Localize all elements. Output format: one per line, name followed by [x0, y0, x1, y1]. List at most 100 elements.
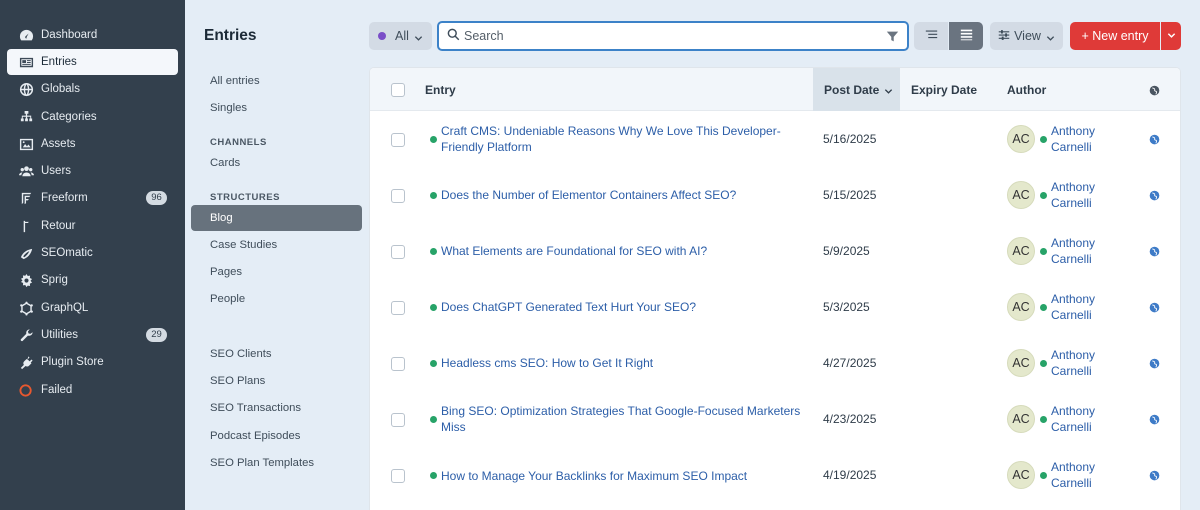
table-row[interactable]: Craft CMS: Undeniable Reasons Why We Lov… — [370, 111, 1180, 167]
status-live-icon — [430, 360, 437, 367]
entry-title-link[interactable]: Does ChatGPT Generated Text Hurt Your SE… — [441, 299, 801, 315]
author-link[interactable]: Anthony Carnelli — [1051, 459, 1111, 491]
table-row[interactable]: Does the Number of Elementor Containers … — [370, 167, 1180, 223]
row-checkbox[interactable] — [391, 133, 405, 147]
status-live-icon — [430, 136, 437, 143]
nav-item-categories[interactable]: Categories — [7, 104, 178, 130]
source-podcast-episodes[interactable]: Podcast Episodes — [191, 423, 362, 449]
search-icon — [447, 28, 460, 44]
nav-item-freeform[interactable]: Freeform 96 — [7, 185, 178, 211]
nav-item-dashboard[interactable]: Dashboard — [7, 22, 178, 48]
status-filter-button[interactable]: All — [369, 22, 432, 50]
view-menu-button[interactable]: View — [990, 22, 1063, 50]
source-blog[interactable]: Blog — [191, 205, 362, 231]
global-sidebar: Dashboard Entries Globals Categories Ass… — [0, 0, 185, 510]
globe-icon[interactable] — [1149, 245, 1160, 257]
avatar: AC — [1007, 293, 1035, 321]
new-entry-menu-button[interactable] — [1161, 22, 1181, 50]
source-cards[interactable]: Cards — [191, 150, 362, 176]
post-date-header-label: Post Date — [824, 82, 880, 97]
sort-chevron-down-icon — [884, 85, 893, 94]
nav-item-graphql[interactable]: GraphQL — [7, 295, 178, 321]
row-checkbox[interactable] — [391, 357, 405, 371]
source-singles[interactable]: Singles — [191, 95, 362, 121]
entry-title-link[interactable]: Headless cms SEO: How to Get It Right — [441, 355, 801, 371]
nav-label: Retour — [41, 220, 76, 232]
author-link[interactable]: Anthony Carnelli — [1051, 179, 1111, 211]
row-checkbox[interactable] — [391, 189, 405, 203]
select-all-checkbox[interactable] — [391, 83, 405, 97]
entry-title-link[interactable]: How to Manage Your Backlinks for Maximum… — [441, 468, 801, 484]
table-row[interactable]: Does ChatGPT Generated Text Hurt Your SE… — [370, 279, 1180, 335]
nav-item-globals[interactable]: Globals — [7, 76, 178, 102]
globe-icon[interactable] — [1149, 189, 1160, 201]
newspaper-icon — [18, 54, 34, 70]
table-row[interactable]: Headless cms SEO: How to Get It Right 4/… — [370, 335, 1180, 391]
nav-item-users[interactable]: Users — [7, 158, 178, 184]
source-seo-clients[interactable]: SEO Clients — [191, 341, 362, 367]
globe-icon[interactable] — [1149, 357, 1160, 369]
column-header-expiry-date[interactable]: Expiry Date — [911, 68, 977, 111]
author-status-icon — [1040, 192, 1047, 199]
author-status-icon — [1040, 248, 1047, 255]
author-status-icon — [1040, 472, 1047, 479]
row-checkbox[interactable] — [391, 245, 405, 259]
author-link[interactable]: Anthony Carnelli — [1051, 291, 1111, 323]
freeform-count-badge: 96 — [146, 191, 167, 205]
nav-label: Categories — [41, 111, 97, 123]
post-date: 4/27/2025 — [823, 356, 877, 370]
entry-title-link[interactable]: Bing SEO: Optimization Strategies That G… — [441, 403, 801, 435]
source-people[interactable]: People — [191, 286, 362, 312]
filter-icon[interactable] — [886, 30, 899, 43]
source-case-studies[interactable]: Case Studies — [191, 232, 362, 258]
avatar: AC — [1007, 461, 1035, 489]
source-seo-plan-templates[interactable]: SEO Plan Templates — [191, 450, 362, 476]
post-date: 4/23/2025 — [823, 412, 877, 426]
nav-item-entries[interactable]: Entries — [7, 49, 178, 75]
source-seo-plans[interactable]: SEO Plans — [191, 368, 362, 394]
nav-label: Assets — [41, 138, 76, 150]
row-checkbox[interactable] — [391, 469, 405, 483]
author-link[interactable]: Anthony Carnelli — [1051, 347, 1111, 379]
column-header-post-date[interactable]: Post Date — [813, 68, 900, 111]
table-view-button[interactable] — [949, 22, 983, 50]
chevron-down-icon — [1167, 29, 1176, 43]
nav-item-plugin-store[interactable]: Plugin Store — [7, 349, 178, 375]
circle-icon — [18, 382, 34, 398]
author-status-icon — [1040, 360, 1047, 367]
nav-item-assets[interactable]: Assets — [7, 131, 178, 157]
table-row[interactable]: What Elements are Foundational for SEO w… — [370, 223, 1180, 279]
globe-icon[interactable] — [1149, 301, 1160, 313]
source-pages[interactable]: Pages — [191, 259, 362, 285]
author-link[interactable]: Anthony Carnelli — [1051, 403, 1111, 435]
new-entry-button[interactable]: + New entry — [1070, 22, 1160, 50]
nav-item-failed[interactable]: Failed — [7, 377, 178, 403]
row-checkbox[interactable] — [391, 301, 405, 315]
nav-item-retour[interactable]: Retour — [7, 213, 178, 239]
table-row[interactable]: Bing SEO: Optimization Strategies That G… — [370, 391, 1180, 447]
column-header-author[interactable]: Author — [1007, 68, 1046, 111]
status-dot-icon — [378, 32, 387, 40]
source-seo-transactions[interactable]: SEO Transactions — [191, 395, 362, 421]
entry-title-link[interactable]: What Elements are Foundational for SEO w… — [441, 243, 801, 259]
author-link[interactable]: Anthony Carnelli — [1051, 235, 1111, 267]
author-link[interactable]: Anthony Carnelli — [1051, 123, 1111, 155]
column-header-entry[interactable]: Entry — [425, 68, 456, 111]
entry-title-link[interactable]: Craft CMS: Undeniable Reasons Why We Lov… — [441, 123, 801, 155]
globe-icon[interactable] — [1149, 413, 1160, 425]
toolbar: All View + New entry — [369, 20, 1181, 51]
search-input[interactable] — [464, 29, 864, 43]
table-row[interactable]: How to Manage Your Backlinks for Maximum… — [370, 447, 1180, 503]
author-status-icon — [1040, 416, 1047, 423]
source-all-entries[interactable]: All entries — [191, 68, 362, 94]
avatar: AC — [1007, 405, 1035, 433]
entry-title-link[interactable]: Does the Number of Elementor Containers … — [441, 187, 801, 203]
nav-item-seomatic[interactable]: SEOmatic — [7, 240, 178, 266]
row-checkbox[interactable] — [391, 413, 405, 427]
nav-item-sprig[interactable]: Sprig — [7, 267, 178, 293]
globe-icon[interactable] — [1149, 469, 1160, 481]
avatar: AC — [1007, 237, 1035, 265]
globe-icon[interactable] — [1149, 133, 1160, 145]
structure-view-button[interactable] — [914, 22, 948, 50]
nav-item-utilities[interactable]: Utilities 29 — [7, 322, 178, 348]
